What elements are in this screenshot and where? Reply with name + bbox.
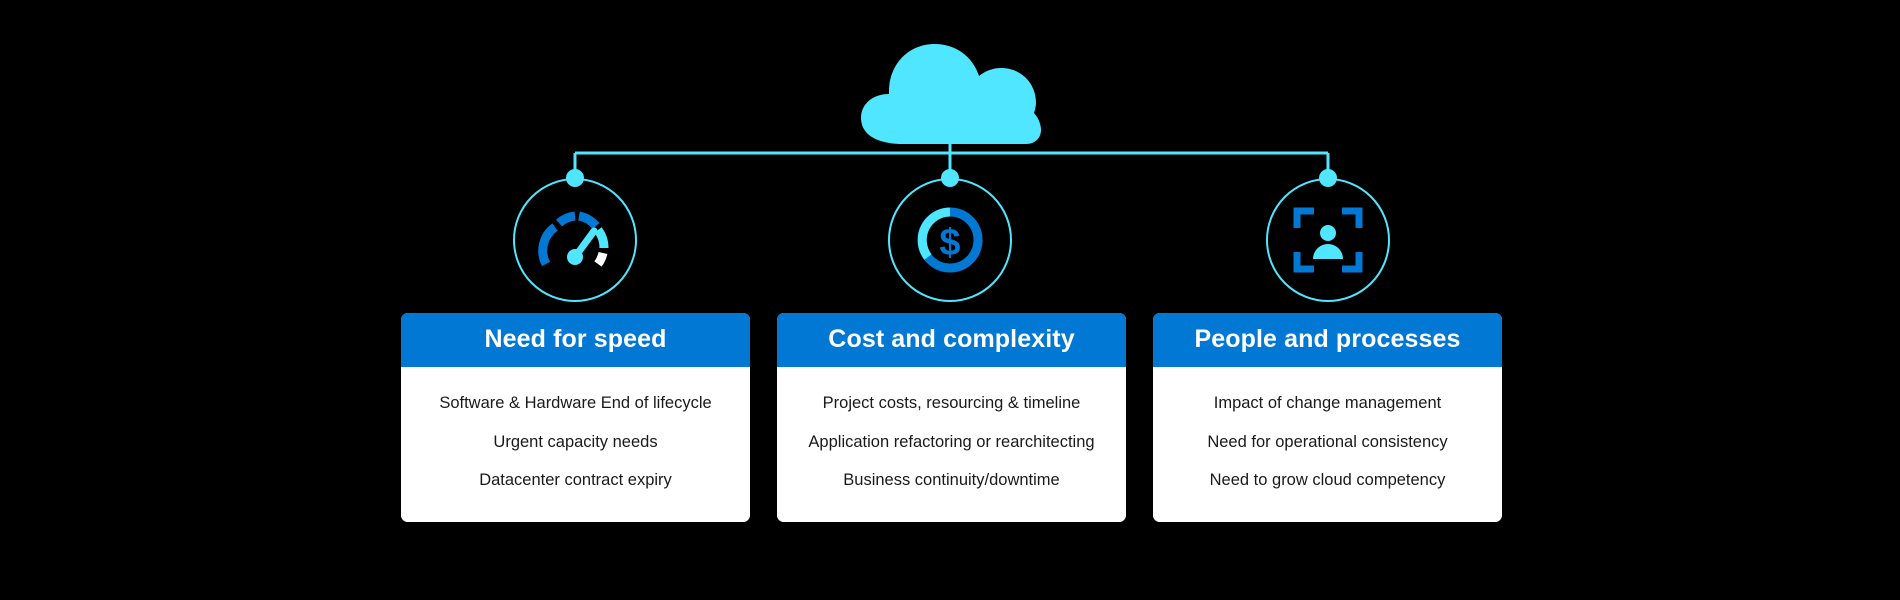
svg-text:$: $	[939, 222, 960, 264]
card-body: Impact of change management Need for ope…	[1153, 367, 1502, 522]
cloud-icon	[855, 38, 1045, 144]
card-need-for-speed: Need for speed Software & Hardware End o…	[401, 313, 750, 522]
list-item: Business continuity/downtime	[843, 471, 1060, 490]
list-item: Application refactoring or rearchitectin…	[808, 432, 1095, 451]
card-body: Software & Hardware End of lifecycle Urg…	[401, 367, 750, 522]
speedometer-icon	[536, 201, 614, 279]
node-connector-dot	[1319, 169, 1337, 187]
list-item: Datacenter contract expiry	[479, 471, 672, 490]
card-people-and-processes: People and processes Impact of change ma…	[1153, 313, 1502, 522]
list-item: Project costs, resourcing & timeline	[822, 394, 1081, 412]
list-item: Impact of change management	[1213, 394, 1442, 412]
list-item: Software & Hardware End of lifecycle	[439, 394, 712, 412]
card-title: Cost and complexity	[777, 313, 1126, 367]
list-item: Need to grow cloud competency	[1209, 471, 1446, 490]
node-cost-and-complexity: $	[888, 169, 1012, 302]
person-focus-icon	[1289, 201, 1367, 279]
list-item: Urgent capacity needs	[493, 432, 658, 451]
card-title: People and processes	[1153, 313, 1502, 367]
node-connector-dot	[566, 169, 584, 187]
card-cost-and-complexity: Cost and complexity Project costs, resou…	[777, 313, 1126, 522]
node-connector-dot	[941, 169, 959, 187]
card-title: Need for speed	[401, 313, 750, 367]
diagram-canvas: $ Need for speed Software & Hardware End…	[0, 0, 1900, 600]
card-body: Project costs, resourcing & timeline App…	[777, 367, 1126, 522]
dollar-circle-icon: $	[911, 201, 989, 279]
node-people-and-processes	[1266, 169, 1390, 302]
list-item: Need for operational consistency	[1207, 432, 1448, 451]
node-need-for-speed	[513, 169, 637, 302]
